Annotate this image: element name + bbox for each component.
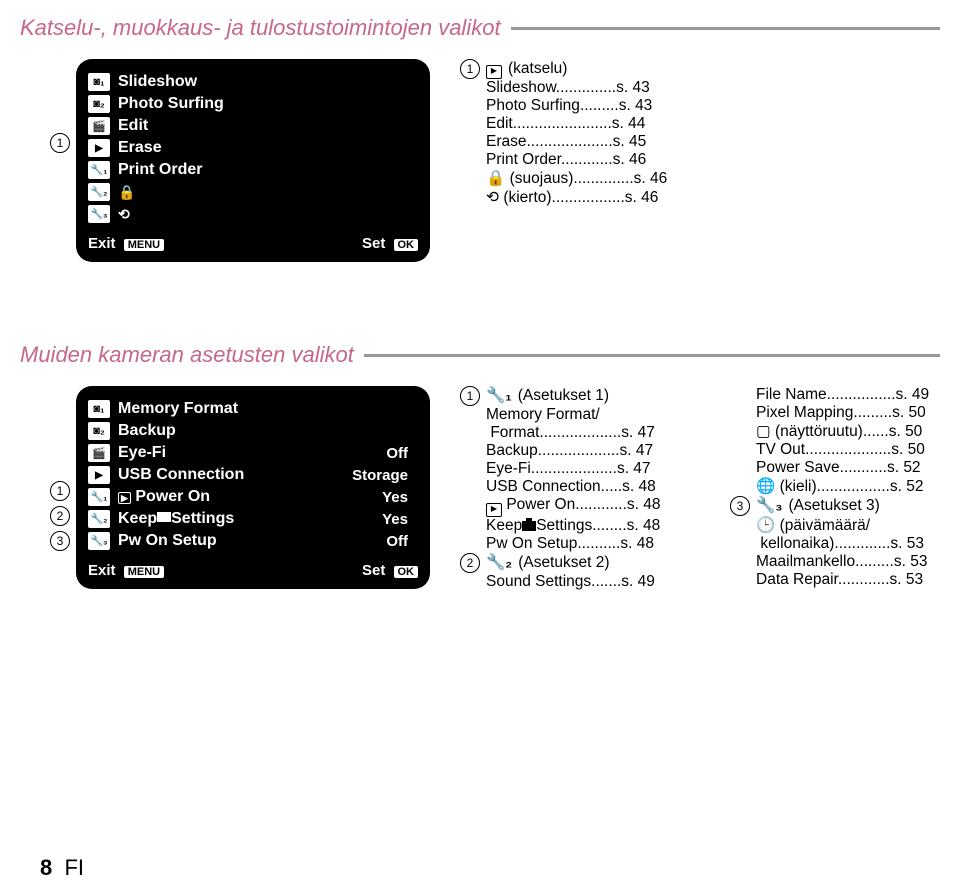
tool1-icon: 🔧₁ [88,488,110,506]
ref-1-icon: 1 [460,386,480,406]
ref-num-2: 2 [50,506,70,526]
menu-row[interactable]: 🔧₂ 🔒 [88,183,418,201]
menu-value: Off [386,533,408,550]
ref-num-1: 1 [50,133,70,153]
tool1-small-icon: 🔧₁ [486,386,512,405]
menu-label: Pw On Setup [118,532,378,550]
camera2-icon: ◙₂ [88,95,110,113]
set-button[interactable]: Set OK [362,235,418,252]
menu-panel-1: ◙₁ Slideshow ◙₂ Photo Surfing 🎬 Edit [76,59,430,262]
menu-row[interactable]: ◙₁ Memory Format [88,400,418,418]
menu-value: Yes [382,511,408,528]
camera1-icon: ◙₁ [88,73,110,91]
menu-row[interactable]: 🔧₁ Print Order [88,161,418,179]
ref-num-1: 1 [50,481,70,501]
set-button[interactable]: Set OK [362,562,418,579]
menu-badge: MENU [124,566,164,578]
ref-3-icon: 3 [730,496,750,516]
play-small-icon: ▶ [118,492,131,504]
menu-row[interactable]: ▶ Erase [88,139,418,157]
camera1-icon: ◙₁ [88,400,110,418]
screen-icon: ▢ [756,423,771,440]
menu-row[interactable]: 🔧₃ ⟲ [88,205,418,223]
menu-label: Print Order [118,161,418,179]
title-rule [511,27,940,30]
ok-badge: OK [394,566,419,578]
ref-2-icon: 2 [460,553,480,573]
menu-row[interactable]: 🎬 Edit [88,117,418,135]
menu-row[interactable]: ◙₁ Slideshow [88,73,418,91]
menu-value: Off [386,445,408,462]
menu-value: Yes [382,489,408,506]
menu-panel-2: ◙₁ Memory Format ◙₂ Backup 🎬 Eye-Fi Off [76,386,430,589]
menu-label: Slideshow [118,73,418,91]
reference-col-1: 1 🔧₁ (Asetukset 1) Memory Format/ Format… [460,386,700,591]
shield-icon: 🔒 [118,184,135,201]
menu-label: Eye-Fi [118,444,378,462]
menu-row[interactable]: 🔧₁ ▶ Power On Yes [88,488,418,506]
menu-label: Backup [118,422,418,440]
menu-label: Memory Format [118,400,418,418]
tool3-small-icon: 🔧₃ [756,496,782,515]
menu-label: Erase [118,139,418,157]
rotate-icon: ⟲ [118,206,130,223]
reference-list-1: 1 ▶ (katselu) Slideshow..............s. … [460,59,667,207]
film-icon: 🎬 [88,117,110,135]
menu-label: Photo Surfing [118,95,418,113]
clock-icon: 🕒 [756,517,775,534]
page-footer: 8 FI [40,855,84,881]
menu-row[interactable]: ◙₂ Backup [88,422,418,440]
tool3-icon: 🔧₃ [88,532,110,550]
film-icon: 🎬 [88,444,110,462]
tool1-icon: 🔧₁ [88,161,110,179]
menu-badge: MENU [124,239,164,251]
exit-button[interactable]: Exit MENU [88,562,164,579]
exit-button[interactable]: Exit MENU [88,235,164,252]
title-rule [364,354,940,357]
ok-badge: OK [394,239,419,251]
menu-label: Edit [118,117,418,135]
camera-small-icon [522,521,536,531]
page-lang: FI [64,855,84,880]
tool2-small-icon: 🔧₂ [486,553,512,572]
tool2-icon: 🔧₂ [88,510,110,528]
menu-label: ▶ Power On [118,488,374,506]
globe-icon: 🌐 [756,478,775,495]
rotate-icon: ⟲ [486,189,499,206]
section1-title: Katselu-, muokkaus- ja tulostustoimintoj… [20,15,501,41]
menu-row[interactable]: 🔧₂ KeepSettings Yes [88,510,418,528]
menu-label: KeepSettings [118,510,374,528]
menu-row[interactable]: 🔧₃ Pw On Setup Off [88,532,418,550]
play-small-icon: ▶ [486,503,502,517]
play-icon: ▶ [88,466,110,484]
ref-1-icon: 1 [460,59,480,79]
tool2-icon: 🔧₂ [88,183,110,201]
play-small-icon: ▶ [486,65,502,79]
menu-row[interactable]: ◙₂ Photo Surfing [88,95,418,113]
menu-value: Storage [352,467,408,484]
menu-row[interactable]: 🎬 Eye-Fi Off [88,444,418,462]
camera2-icon: ◙₂ [88,422,110,440]
shield-icon: 🔒 [486,170,505,187]
play-icon: ▶ [88,139,110,157]
menu-label: USB Connection [118,466,344,484]
menu-row[interactable]: ▶ USB Connection Storage [88,466,418,484]
section2-title: Muiden kameran asetusten valikot [20,342,354,368]
reference-col-2: File Name................s. 49 Pixel Map… [730,386,960,591]
camera-small-icon [157,512,171,522]
tool3-icon: 🔧₃ [88,205,110,223]
page-number: 8 [40,855,52,880]
ref-num-3: 3 [50,531,70,551]
